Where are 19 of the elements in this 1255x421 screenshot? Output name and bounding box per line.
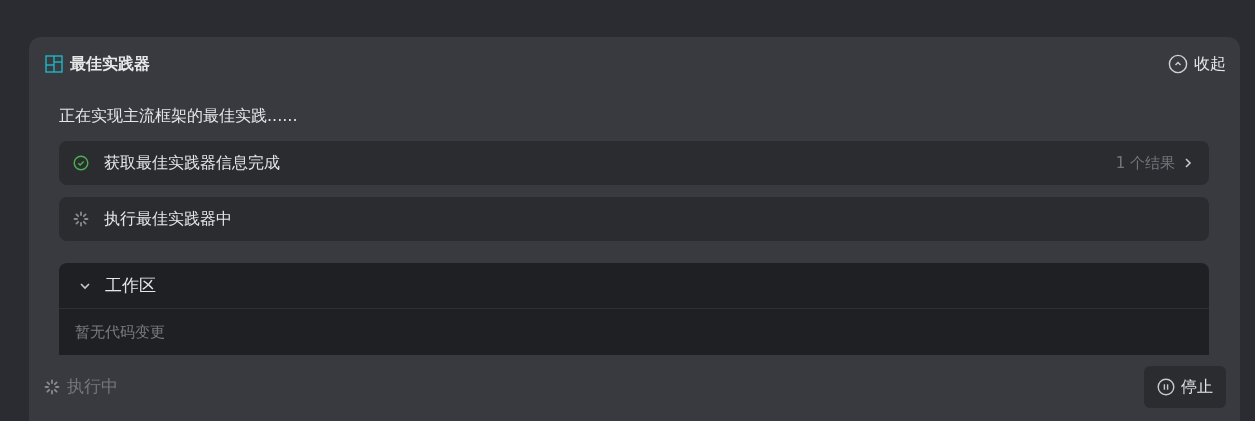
description-text: 正在实现主流框架的最佳实践......	[59, 105, 299, 127]
step-row[interactable]: 执行最佳实践器中	[59, 197, 1209, 241]
workspace-toggle[interactable]: 工作区	[59, 263, 156, 308]
spinner-icon	[73, 211, 89, 227]
chevron-right-icon	[1183, 157, 1193, 169]
layout-icon	[45, 55, 63, 73]
check-circle-icon	[73, 155, 89, 171]
pause-circle-icon	[1157, 378, 1175, 396]
step-row[interactable]: 获取最佳实践器信息完成 1 个结果	[59, 141, 1209, 185]
step-label: 执行最佳实践器中	[104, 208, 232, 230]
status-text: 执行中	[67, 375, 118, 399]
status-spinner-icon	[44, 379, 60, 395]
chevron-up-circle-icon	[1168, 54, 1188, 74]
panel-title: 最佳实践器	[70, 53, 150, 75]
result-count: 1 个结果	[1115, 152, 1175, 174]
stop-button[interactable]: 停止	[1144, 366, 1226, 408]
empty-text: 暂无代码变更	[75, 321, 165, 343]
collapse-button[interactable]: 收起	[1168, 52, 1226, 76]
step-label: 获取最佳实践器信息完成	[104, 152, 280, 174]
